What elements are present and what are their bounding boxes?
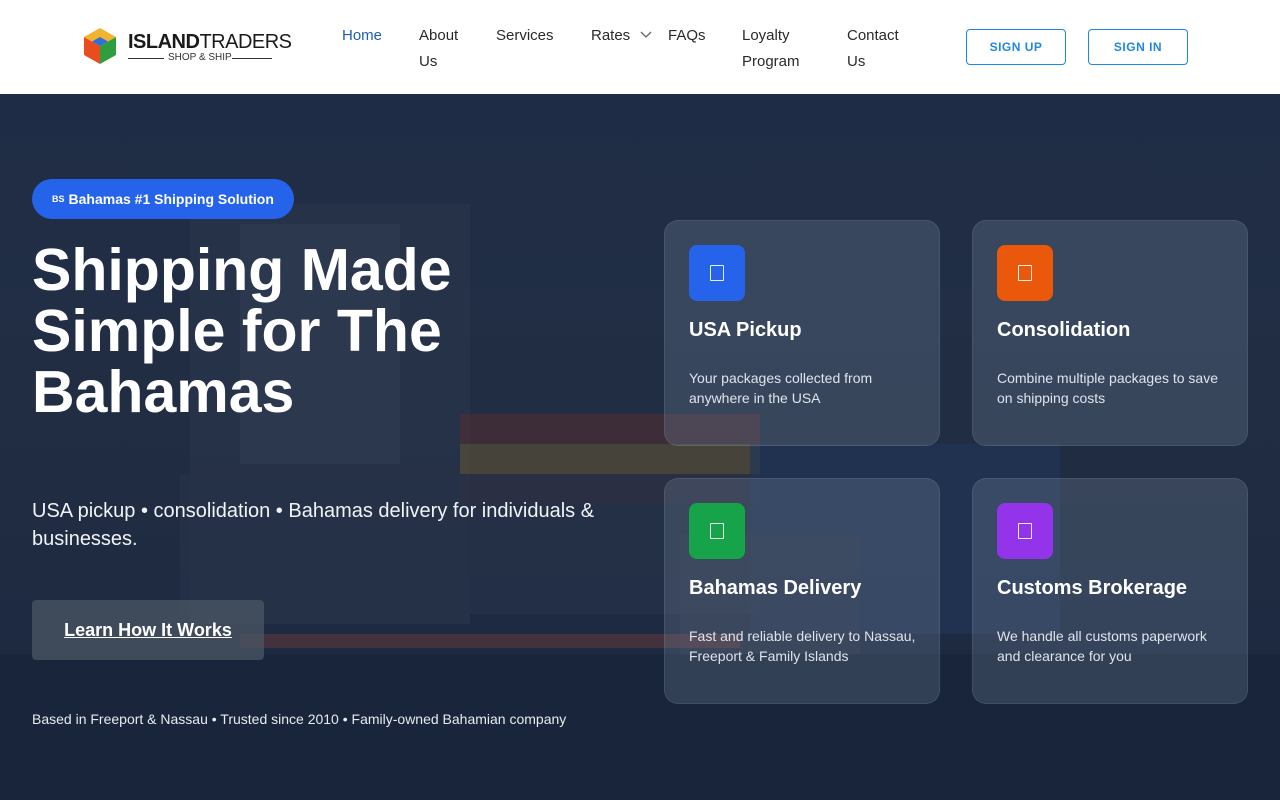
logo-wordmark: ISLANDTRADERS [128,31,292,54]
service-card-title: Customs Brokerage [997,577,1188,599]
hero-section: BS Bahamas #1 Shipping Solution Shipping… [0,94,1280,800]
document-icon [997,503,1053,559]
service-card-desc: Fast and reliable delivery to Nassau, Fr… [689,628,916,664]
service-card-bahamas-delivery[interactable]: Bahamas Delivery Fast and reliable deliv… [664,478,940,704]
sign-up-button[interactable]: SIGN UP [966,29,1066,65]
service-card-desc: Your packages collected from anywhere in… [689,370,873,406]
package-icon [689,245,745,301]
nav-faqs[interactable]: FAQs [668,23,706,49]
hero-badge-text: Bahamas #1 Shipping Solution [68,191,274,207]
hero-footnote: Based in Freeport & Nassau • Trusted sin… [32,711,567,727]
hero-badge: BS Bahamas #1 Shipping Solution [32,179,294,219]
truck-icon [689,503,745,559]
service-card-customs-brokerage[interactable]: Customs Brokerage We handle all customs … [972,478,1248,704]
nav-services[interactable]: Services [496,23,554,49]
sign-in-button[interactable]: SIGN IN [1088,29,1188,65]
nav-contact-us[interactable]: Contact Us [847,23,899,75]
logo-tagline: SHOP & SHIP [168,52,232,63]
cube-logo-icon [84,28,116,64]
hero-subline: USA pickup • consolidation • Bahamas del… [32,500,595,550]
service-card-desc: We handle all customs paperwork and clea… [997,628,1207,664]
logo-tagline-line-right [232,58,272,59]
logo-tagline-row: SHOP & SHIP [128,52,274,64]
service-card-usa-pickup[interactable]: USA Pickup Your packages collected from … [664,220,940,446]
logo[interactable]: ISLANDTRADERS SHOP & SHIP [82,27,292,67]
chevron-down-icon[interactable] [640,31,652,39]
logo-word-regular: TRADERS [199,31,292,53]
logo-tagline-line-left [128,58,164,59]
boxes-icon [997,245,1053,301]
service-card-desc: Combine multiple packages to save on shi… [997,370,1219,406]
logo-word-bold: ISLAND [128,31,200,53]
nav-home[interactable]: Home [342,23,382,49]
document-icon-glyph [1018,523,1032,539]
learn-how-it-works-button[interactable]: Learn How It Works [32,600,264,660]
nav-about-us[interactable]: About Us [419,23,458,75]
service-card-title: Consolidation [997,319,1131,341]
nav-loyalty-program[interactable]: Loyalty Program [742,23,800,75]
bahamas-flag-icon: BS [52,194,65,204]
truck-icon-glyph [710,523,724,539]
package-icon-glyph [710,265,724,281]
hero-headline: Shipping Made Simple for The Bahamas [32,237,452,425]
boxes-icon-glyph [1018,265,1032,281]
nav-rates[interactable]: Rates [591,23,630,49]
site-header: ISLANDTRADERS SHOP & SHIP Home About Us … [0,0,1280,94]
service-card-title: USA Pickup [689,319,802,341]
service-card-consolidation[interactable]: Consolidation Combine multiple packages … [972,220,1248,446]
service-card-title: Bahamas Delivery [689,577,862,599]
